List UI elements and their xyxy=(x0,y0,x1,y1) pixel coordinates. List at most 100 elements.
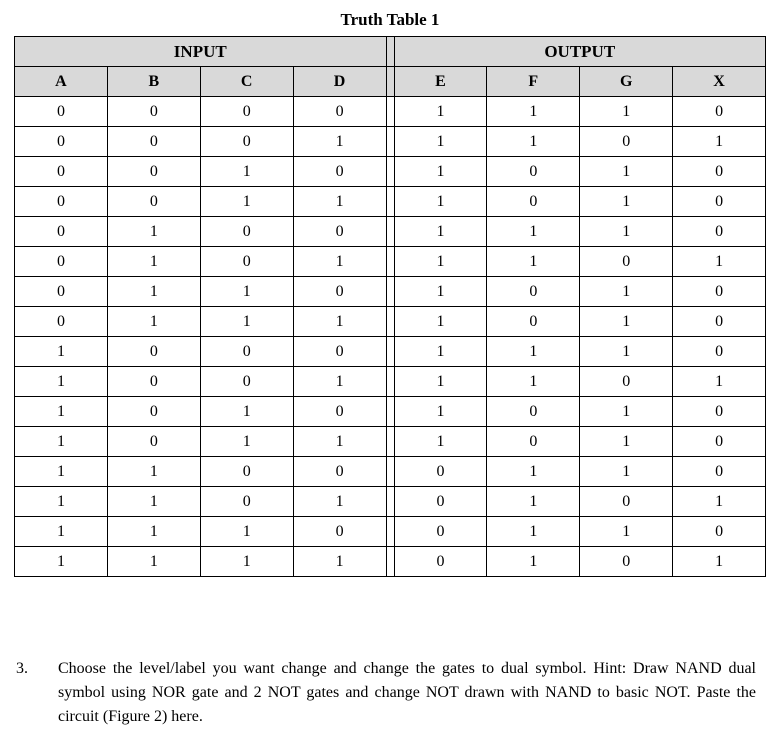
table-cell: 1 xyxy=(580,517,673,547)
table-cell: 0 xyxy=(580,487,673,517)
group-separator xyxy=(386,547,394,577)
table-cell: 0 xyxy=(487,427,580,457)
col-F: F xyxy=(487,67,580,97)
table-cell: 0 xyxy=(394,517,487,547)
table-cell: 0 xyxy=(15,307,108,337)
table-cell: 1 xyxy=(15,337,108,367)
group-separator xyxy=(386,337,394,367)
table-cell: 1 xyxy=(200,277,293,307)
table-cell: 0 xyxy=(200,127,293,157)
table-cell: 1 xyxy=(293,247,386,277)
table-cell: 0 xyxy=(673,277,766,307)
table-cell: 1 xyxy=(673,487,766,517)
table-cell: 0 xyxy=(580,247,673,277)
table-cell: 1 xyxy=(15,397,108,427)
table-cell: 0 xyxy=(487,157,580,187)
table-cell: 1 xyxy=(293,547,386,577)
table-cell: 0 xyxy=(580,367,673,397)
table-cell: 1 xyxy=(673,367,766,397)
table-cell: 1 xyxy=(487,127,580,157)
table-cell: 1 xyxy=(580,307,673,337)
table-row: 11010101 xyxy=(15,487,766,517)
table-cell: 1 xyxy=(107,217,200,247)
table-cell: 0 xyxy=(293,457,386,487)
table-cell: 0 xyxy=(200,457,293,487)
col-C: C xyxy=(200,67,293,97)
table-cell: 0 xyxy=(487,397,580,427)
group-header-row: INPUT OUTPUT xyxy=(15,37,766,67)
table-cell: 0 xyxy=(293,337,386,367)
table-cell: 0 xyxy=(487,187,580,217)
table-row: 10001110 xyxy=(15,337,766,367)
table-cell: 1 xyxy=(673,127,766,157)
table-cell: 0 xyxy=(293,517,386,547)
table-cell: 1 xyxy=(200,187,293,217)
table-cell: 1 xyxy=(487,217,580,247)
table-row: 00111010 xyxy=(15,187,766,217)
table-row: 11100110 xyxy=(15,517,766,547)
table-row: 01101010 xyxy=(15,277,766,307)
table-cell: 0 xyxy=(107,97,200,127)
table-cell: 1 xyxy=(394,397,487,427)
table-row: 10101010 xyxy=(15,397,766,427)
table-cell: 0 xyxy=(200,337,293,367)
table-cell: 0 xyxy=(200,217,293,247)
table-cell: 0 xyxy=(107,187,200,217)
question-text: Choose the level/label you want change a… xyxy=(58,657,756,729)
table-row: 11000110 xyxy=(15,457,766,487)
table-cell: 1 xyxy=(580,337,673,367)
table-cell: 0 xyxy=(394,487,487,517)
table-cell: 1 xyxy=(200,547,293,577)
table-cell: 1 xyxy=(580,277,673,307)
table-cell: 0 xyxy=(293,157,386,187)
table-cell: 1 xyxy=(394,427,487,457)
table-cell: 0 xyxy=(673,457,766,487)
table-cell: 1 xyxy=(673,547,766,577)
table-cell: 0 xyxy=(15,127,108,157)
group-separator xyxy=(386,127,394,157)
table-row: 11110101 xyxy=(15,547,766,577)
table-cell: 0 xyxy=(673,427,766,457)
table-cell: 1 xyxy=(15,517,108,547)
group-separator xyxy=(386,157,394,187)
table-cell: 1 xyxy=(107,487,200,517)
table-row: 01111010 xyxy=(15,307,766,337)
table-cell: 1 xyxy=(580,427,673,457)
table-cell: 1 xyxy=(15,487,108,517)
table-cell: 1 xyxy=(107,307,200,337)
table-cell: 0 xyxy=(293,277,386,307)
table-cell: 1 xyxy=(487,97,580,127)
table-cell: 0 xyxy=(673,337,766,367)
table-row: 00001110 xyxy=(15,97,766,127)
column-header-row: A B C D E F G X xyxy=(15,67,766,97)
group-separator xyxy=(386,187,394,217)
table-cell: 1 xyxy=(200,427,293,457)
table-cell: 0 xyxy=(107,427,200,457)
table-cell: 1 xyxy=(200,397,293,427)
output-group-header: OUTPUT xyxy=(394,37,766,67)
group-separator xyxy=(386,367,394,397)
table-cell: 1 xyxy=(200,307,293,337)
table-cell: 0 xyxy=(293,397,386,427)
table-cell: 1 xyxy=(107,547,200,577)
table-cell: 1 xyxy=(580,397,673,427)
table-cell: 1 xyxy=(293,367,386,397)
table-cell: 1 xyxy=(580,187,673,217)
table-cell: 0 xyxy=(673,217,766,247)
table-cell: 1 xyxy=(200,157,293,187)
table-cell: 1 xyxy=(487,487,580,517)
table-cell: 1 xyxy=(107,247,200,277)
table-cell: 0 xyxy=(487,307,580,337)
table-cell: 1 xyxy=(107,277,200,307)
table-cell: 1 xyxy=(580,97,673,127)
group-separator xyxy=(386,517,394,547)
table-cell: 0 xyxy=(673,307,766,337)
table-cell: 1 xyxy=(293,427,386,457)
col-B: B xyxy=(107,67,200,97)
truth-table: INPUT OUTPUT A B C D E F G X 00001110000… xyxy=(14,36,766,577)
table-cell: 1 xyxy=(394,217,487,247)
group-separator xyxy=(386,247,394,277)
question-block: 3. Choose the level/label you want chang… xyxy=(14,657,766,729)
group-separator xyxy=(386,427,394,457)
table-cell: 1 xyxy=(394,97,487,127)
